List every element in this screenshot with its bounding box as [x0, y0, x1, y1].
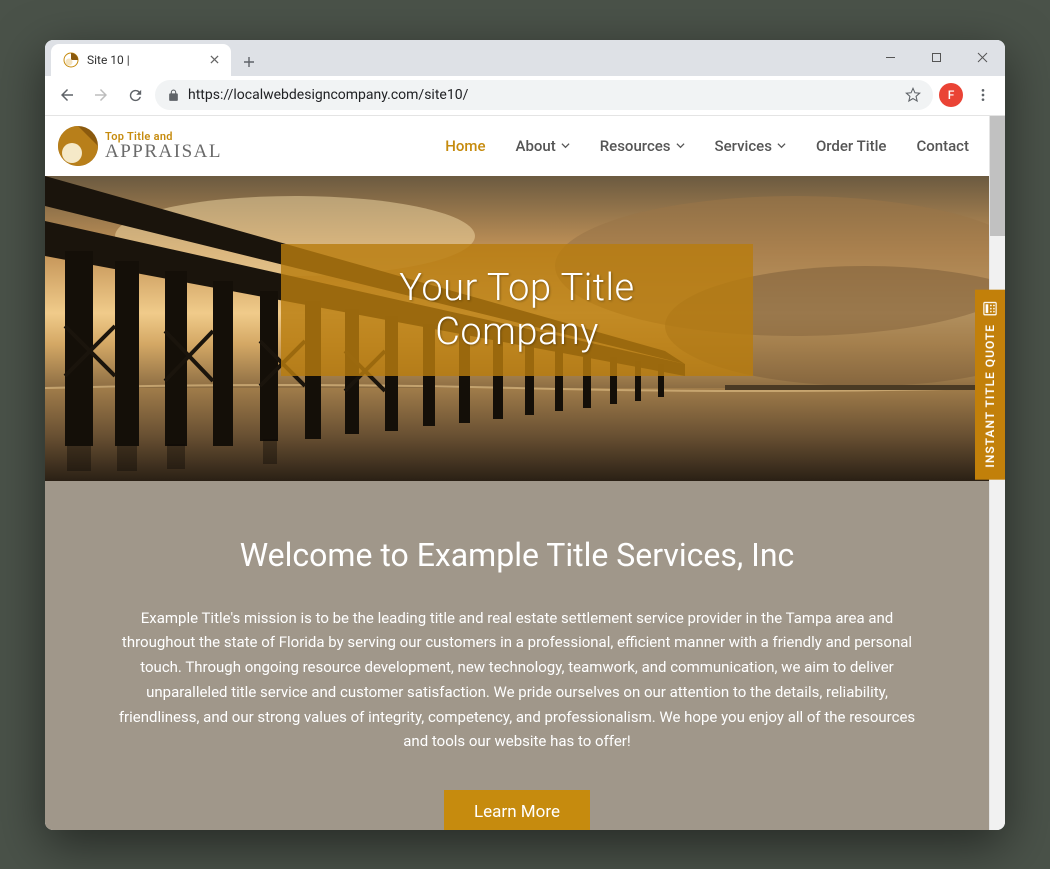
nav-resources[interactable]: Resources [600, 137, 685, 155]
new-tab-button[interactable] [235, 48, 263, 76]
welcome-heading: Welcome to Example Title Services, Inc [115, 536, 919, 574]
main-nav: Home About Resources Services Order Titl… [445, 137, 969, 155]
minimize-button[interactable] [867, 40, 913, 76]
profile-avatar[interactable]: F [939, 83, 963, 107]
nav-contact[interactable]: Contact [916, 137, 969, 155]
maximize-button[interactable] [913, 40, 959, 76]
welcome-body: Example Title's mission is to be the lea… [115, 606, 919, 755]
logo-mark-icon [57, 125, 99, 167]
tab-close-icon[interactable] [208, 53, 221, 66]
nav-about[interactable]: About [516, 137, 570, 155]
hero-headline: Your Top Title Company [339, 266, 695, 354]
close-button[interactable] [959, 40, 1005, 76]
browser-tabs: Site 10 | [51, 44, 263, 76]
bookmark-star-icon[interactable] [905, 87, 921, 103]
browser-toolbar: https://localwebdesigncompany.com/site10… [45, 76, 1005, 116]
hero-section: Your Top Title Company [45, 176, 989, 481]
nav-about-label: About [516, 137, 556, 155]
logo-text: Top Title and APPRAISAL [105, 131, 222, 161]
lock-icon [167, 89, 180, 102]
logo-line2: APPRAISAL [105, 142, 222, 161]
chevron-down-icon [561, 141, 570, 150]
scrollbar-thumb[interactable] [990, 116, 1005, 236]
site-logo[interactable]: Top Title and APPRAISAL [57, 125, 222, 167]
tab-title: Site 10 | [87, 53, 200, 67]
browser-window: Site 10 | htt [45, 40, 1005, 830]
chevron-down-icon [676, 141, 685, 150]
learn-more-button[interactable]: Learn More [444, 790, 590, 830]
welcome-section: Welcome to Example Title Services, Inc E… [45, 481, 989, 830]
logo-line1: Top Title and [105, 131, 222, 142]
nav-resources-label: Resources [600, 137, 671, 155]
site-header: Top Title and APPRAISAL Home About Resou… [45, 116, 989, 176]
back-button[interactable] [53, 81, 81, 109]
window-controls [867, 40, 1005, 76]
instant-quote-tab[interactable]: INSTANT TITLE QUOTE [975, 290, 1005, 480]
nav-services[interactable]: Services [715, 137, 786, 155]
browser-tab[interactable]: Site 10 | [51, 44, 231, 76]
nav-home[interactable]: Home [445, 137, 485, 155]
reload-button[interactable] [121, 81, 149, 109]
forward-button[interactable] [87, 81, 115, 109]
browser-menu-button[interactable] [969, 81, 997, 109]
calculator-icon [983, 302, 997, 316]
address-bar[interactable]: https://localwebdesigncompany.com/site10… [155, 80, 933, 110]
nav-services-label: Services [715, 137, 772, 155]
hero-overlay: Your Top Title Company [281, 244, 753, 376]
tab-favicon-icon [63, 52, 79, 68]
nav-order-title[interactable]: Order Title [816, 137, 887, 155]
url-text: https://localwebdesigncompany.com/site10… [188, 87, 897, 103]
browser-titlebar: Site 10 | [45, 40, 1005, 76]
instant-quote-label: INSTANT TITLE QUOTE [983, 324, 997, 468]
chevron-down-icon [777, 141, 786, 150]
page-content: Top Title and APPRAISAL Home About Resou… [45, 116, 989, 830]
page-viewport: Top Title and APPRAISAL Home About Resou… [45, 116, 1005, 830]
